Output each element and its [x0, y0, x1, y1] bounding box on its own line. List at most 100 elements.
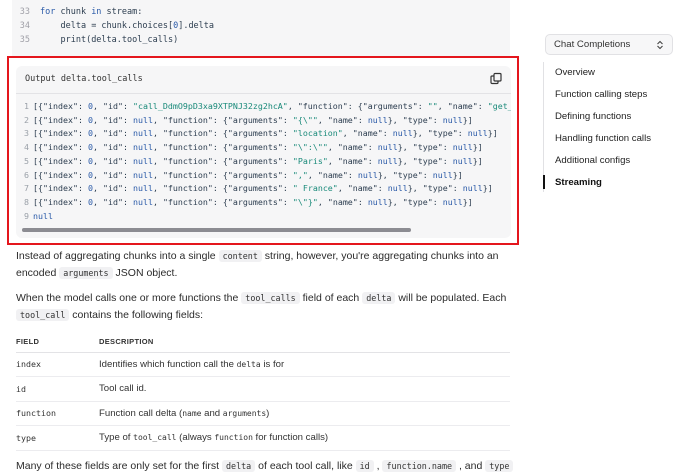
code-token: "id" [102, 155, 123, 166]
code-token: [{ [33, 128, 43, 139]
paragraph: When the model calls one or more functio… [16, 290, 510, 324]
inline-code: arguments [59, 267, 113, 279]
code-token: "function" [162, 128, 213, 139]
code-token: "index" [43, 114, 78, 125]
code-token: , [152, 183, 163, 194]
toc-item[interactable]: Defining functions [555, 111, 631, 122]
output-line: 3 [{"index": 0, "id": null, "function": {… [16, 127, 498, 141]
code-token: "arguments" [227, 142, 283, 153]
column-header-field: FIELD [16, 332, 99, 353]
output-text: [{"index": 0, "id": null, "function": {"… [33, 170, 463, 180]
code-token: , [152, 196, 163, 207]
code-token: }] [482, 183, 493, 194]
code-line: 34 delta = chunk.choices[0].delta [12, 19, 214, 33]
code-token: , [92, 128, 103, 139]
toc-item[interactable]: Handling function calls [555, 133, 651, 144]
code-token: , [317, 114, 328, 125]
code-token: stream: [101, 7, 143, 17]
copy-icon[interactable] [489, 72, 503, 86]
code-token: , [92, 142, 103, 153]
code-token: "arguments" [362, 101, 418, 111]
line-number: 2 [24, 114, 29, 125]
code-token: }, [387, 196, 403, 207]
code-token: "index" [43, 101, 78, 111]
inline-code: type [485, 460, 514, 472]
code-token: "name" [352, 128, 383, 139]
code-token: "arguments" [227, 114, 283, 125]
code-token: }, [397, 142, 413, 153]
line-number: 34 [19, 21, 30, 31]
code-token: null [377, 142, 398, 153]
horizontal-scrollbar[interactable] [22, 228, 411, 232]
output-text: [{"index": 0, "id": null, "function": {"… [33, 115, 473, 125]
code-token: null [132, 114, 153, 125]
output-line: 7 [{"index": 0, "id": null, "function": {… [16, 182, 493, 196]
text-run: for function calls) [252, 432, 329, 444]
code-token: [{ [33, 155, 43, 166]
code-token: null [132, 196, 153, 207]
code-token: "function" [162, 183, 213, 194]
line-number: 6 [24, 169, 29, 180]
code-token: , [152, 114, 163, 125]
code-token: , [337, 183, 348, 194]
text-run: Many of these fields are only set for th… [16, 460, 223, 472]
text-run: will be populated. Each [395, 292, 507, 304]
code-token: in [91, 7, 102, 17]
table-header-row: FIELD DESCRIPTION [16, 332, 510, 353]
table-row: id Tool call id. [16, 376, 510, 402]
text-run: Function call delta ( [99, 407, 183, 419]
output-divider [16, 93, 511, 94]
code-token: , [437, 101, 448, 111]
code-token: , [92, 101, 103, 111]
code-token: "function" [162, 114, 213, 125]
line-number: 7 [24, 183, 29, 194]
code-token: "index" [43, 142, 78, 153]
output-line: 8 [{"index": 0, "id": null, "function": {… [16, 196, 473, 210]
code-token: "index" [43, 196, 78, 207]
code-token: { [217, 196, 228, 207]
code-token: "function" [162, 155, 213, 166]
code-token: , [152, 128, 163, 139]
code-token: { [217, 155, 228, 166]
code-token: }] [487, 128, 498, 139]
code-token: null [357, 169, 378, 180]
code-token: "name" [317, 169, 348, 180]
text-run: , and [456, 460, 486, 472]
code-token: "type" [427, 128, 458, 139]
code-token: { [217, 128, 228, 139]
inline-code: function [214, 433, 253, 443]
code-token: chunk [55, 7, 92, 17]
code-token: "function" [162, 169, 213, 180]
code-token: "id" [102, 128, 123, 139]
toc-item[interactable]: Function calling steps [555, 89, 647, 100]
code-token: null [462, 183, 483, 194]
code-token: , [307, 169, 318, 180]
line-number: 35 [19, 35, 30, 45]
code-token: "type" [412, 155, 443, 166]
api-select[interactable]: Chat Completions [545, 34, 673, 55]
toc-item[interactable]: Overview [555, 67, 595, 78]
output-title: Output delta.tool_calls [25, 74, 143, 84]
code-token: null [132, 183, 153, 194]
inline-code: tool_call [133, 433, 177, 443]
text-run: field of each [299, 292, 363, 304]
code-token: { [352, 101, 363, 111]
code-token: "arguments" [227, 128, 283, 139]
scrollbar-thumb[interactable] [22, 228, 411, 232]
code-token: }] [462, 114, 473, 125]
code-token: [{ [33, 169, 43, 180]
toc-item[interactable]: Additional configs [555, 155, 630, 166]
output-code-block: Output delta.tool_calls 1 [{"index": 0, "… [16, 66, 511, 238]
inline-code: id [355, 460, 374, 472]
code-token: , [287, 101, 298, 111]
api-select-label: Chat Completions [554, 39, 631, 50]
code-token: "index" [43, 169, 78, 180]
inline-code: delta [362, 292, 396, 304]
code-token: "function" [297, 101, 348, 111]
line-number: 3 [24, 128, 29, 139]
code-token: "index" [43, 155, 78, 166]
field-description-cell: Identifies which function call the delta… [99, 352, 510, 377]
code-token: }] [472, 155, 483, 166]
toc-item-active[interactable]: Streaming [555, 177, 602, 188]
code-token: " France" [292, 183, 338, 194]
